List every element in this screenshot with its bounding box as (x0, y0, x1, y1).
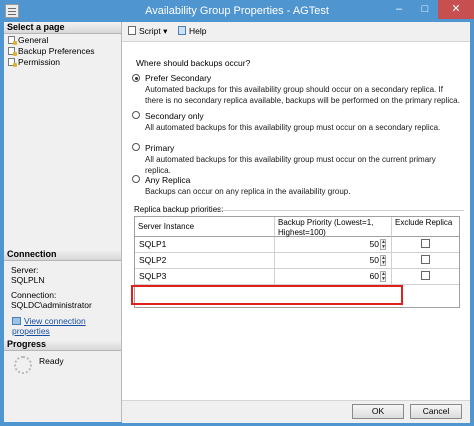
view-connection-properties-label: View connection properties (12, 316, 86, 336)
primary-description: All automated backups for this availabil… (145, 155, 436, 175)
priority-spinner[interactable]: ▲ ▼ (380, 271, 386, 282)
table-row[interactable]: SQLP2 50 ▲ ▼ (135, 253, 459, 269)
page-item-permission[interactable]: Permission (8, 57, 60, 68)
exclude-replica-checkbox[interactable] (421, 255, 430, 264)
page-item-label: Backup Preferences (18, 46, 95, 56)
connection-label: Connection: (11, 290, 57, 300)
backup-priority-value[interactable]: 60 (285, 271, 379, 281)
column-separator (274, 253, 275, 268)
help-icon (178, 26, 186, 35)
toolbar: Script ▾ Help (122, 22, 470, 42)
main-pane: Script ▾ Help Where should backups occur… (122, 22, 470, 400)
progress-spinner-icon (14, 356, 32, 374)
ok-button[interactable]: OK (352, 404, 404, 419)
highlight-annotation-box (131, 285, 403, 305)
page-item-backup-preferences[interactable]: Backup Preferences (8, 46, 95, 57)
page-wrench-icon (8, 47, 17, 56)
page-wrench-icon (8, 58, 17, 67)
backup-location-question: Where should backups occur? (136, 58, 251, 68)
exclude-replica-checkbox[interactable] (421, 271, 430, 280)
server-instance-cell: SQLP1 (139, 239, 167, 249)
select-page-header: Select a page (4, 22, 121, 34)
prefer-secondary-label[interactable]: Prefer Secondary (145, 73, 211, 83)
backup-priority-value[interactable]: 50 (285, 255, 379, 265)
table-row[interactable]: SQLP1 50 ▲ ▼ (135, 237, 459, 253)
prefer-secondary-description: Automated backups for this availability … (145, 85, 460, 105)
view-connection-properties-link[interactable]: View connection properties (12, 316, 121, 336)
cancel-button[interactable]: Cancel (410, 404, 462, 419)
page-item-label: General (18, 35, 49, 45)
window-title: Availability Group Properties - AGTest (145, 5, 329, 17)
server-value: SQLPLN (11, 275, 45, 285)
dialog-client-area: Select a page General Backup Preferences… (4, 22, 470, 423)
prefer-secondary-radio[interactable] (132, 74, 140, 82)
column-separator (391, 269, 392, 284)
column-header-server[interactable]: Server Instance (135, 217, 275, 237)
progress-header: Progress (4, 339, 121, 351)
help-label: Help (189, 26, 207, 36)
server-label: Server: (11, 265, 39, 275)
column-separator (391, 253, 392, 268)
column-separator (274, 237, 275, 252)
primary-label[interactable]: Primary (145, 143, 174, 153)
minimize-button[interactable]: – (386, 0, 412, 19)
page-wrench-icon (8, 36, 17, 45)
column-header-priority[interactable]: Backup Priority (Lowest=1, Highest=100) (275, 217, 392, 237)
title-bar[interactable]: Availability Group Properties - AGTest –… (0, 0, 474, 22)
group-divider (214, 210, 464, 211)
primary-radio[interactable] (132, 143, 140, 151)
page-item-general[interactable]: General (8, 35, 48, 46)
script-label: Script (139, 26, 161, 36)
connection-properties-icon (12, 317, 21, 325)
progress-status: Ready (39, 356, 64, 366)
server-instance-cell: SQLP2 (139, 255, 167, 265)
priority-spinner[interactable]: ▲ ▼ (380, 239, 386, 250)
priority-spinner[interactable]: ▲ ▼ (380, 255, 386, 266)
exclude-replica-checkbox[interactable] (421, 239, 430, 248)
column-separator (391, 237, 392, 252)
column-separator (274, 269, 275, 284)
any-replica-label[interactable]: Any Replica (145, 175, 190, 185)
connection-header: Connection (4, 249, 121, 261)
script-icon (128, 26, 136, 35)
table-row[interactable]: SQLP3 60 ▲ ▼ (135, 269, 459, 285)
maximize-button[interactable]: □ (412, 0, 438, 19)
page-item-label: Permission (18, 57, 61, 67)
secondary-only-label[interactable]: Secondary only (145, 111, 204, 121)
button-bar: OK Cancel (122, 400, 470, 423)
backup-priority-value[interactable]: 50 (285, 239, 379, 249)
chevron-down-icon[interactable]: ▾ (163, 26, 167, 36)
dialog-window: Availability Group Properties - AGTest –… (0, 0, 474, 426)
secondary-only-description: All automated backups for this availabil… (145, 123, 441, 132)
any-replica-description: Backups can occur on any replica in the … (145, 187, 351, 196)
close-button[interactable]: ✕ (438, 0, 474, 19)
replica-priorities-group-label: Replica backup priorities: (134, 205, 224, 214)
column-header-exclude[interactable]: Exclude Replica (392, 217, 459, 237)
script-button[interactable]: Script ▾ (128, 26, 167, 37)
connection-value: SQLDC\administrator (11, 300, 92, 310)
any-replica-radio[interactable] (132, 175, 140, 183)
secondary-only-radio[interactable] (132, 111, 140, 119)
server-instance-cell: SQLP3 (139, 271, 167, 281)
app-window-icon[interactable] (5, 4, 19, 18)
left-pane: Select a page General Backup Preferences… (4, 22, 122, 422)
help-button[interactable]: Help (178, 26, 206, 36)
